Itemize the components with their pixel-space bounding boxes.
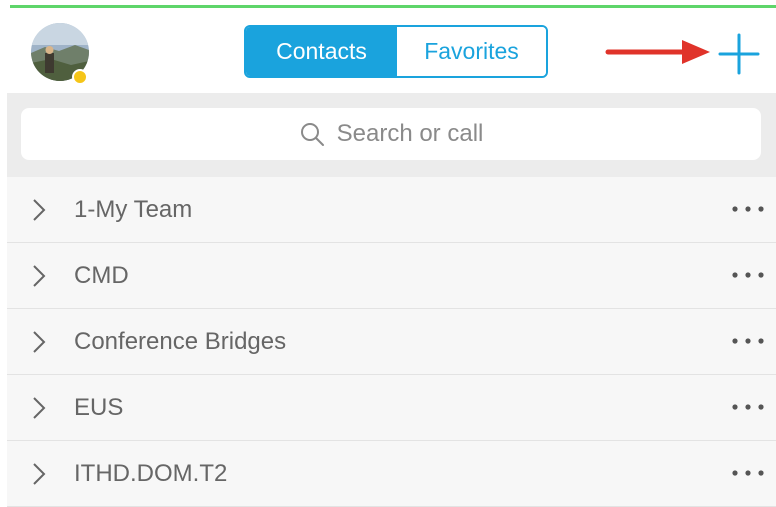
chevron-right-icon[interactable]	[32, 462, 46, 486]
chevron-right-icon[interactable]	[32, 198, 46, 222]
list-item[interactable]: 1-My Team	[7, 177, 776, 243]
list-item[interactable]: ITHD.DOM.T2	[7, 441, 776, 507]
more-options-icon[interactable]	[730, 463, 766, 483]
search-area: Search or call	[7, 93, 776, 177]
list-item[interactable]: CMD	[7, 243, 776, 309]
contact-group-list: 1-My Team CMD Conference Bridges EUS ITH…	[7, 177, 776, 507]
group-label: 1-My Team	[74, 195, 193, 223]
more-options-icon[interactable]	[730, 397, 766, 417]
search-input[interactable]: Search or call	[21, 108, 761, 160]
tab-contacts[interactable]: Contacts	[246, 27, 397, 76]
search-placeholder: Search or call	[336, 120, 484, 147]
tab-favorites[interactable]: Favorites	[397, 27, 546, 76]
plus-icon[interactable]	[716, 31, 762, 77]
more-options-icon[interactable]	[730, 199, 766, 219]
list-item[interactable]: EUS	[7, 375, 776, 441]
group-label: Conference Bridges	[74, 327, 287, 355]
group-label: CMD	[74, 261, 129, 289]
search-icon	[300, 123, 324, 146]
contacts-favorites-toggle: Contacts Favorites	[244, 25, 548, 78]
header: Contacts Favorites	[0, 9, 776, 93]
list-item[interactable]: Conference Bridges	[7, 309, 776, 375]
annotation-arrow-icon	[605, 40, 710, 64]
group-label: ITHD.DOM.T2	[74, 459, 228, 487]
chevron-right-icon[interactable]	[32, 330, 46, 354]
group-label: EUS	[74, 393, 124, 421]
chevron-right-icon[interactable]	[32, 396, 46, 420]
more-options-icon[interactable]	[730, 265, 766, 285]
presence-status-dot	[72, 69, 88, 85]
more-options-icon[interactable]	[730, 331, 766, 351]
chevron-right-icon[interactable]	[32, 264, 46, 288]
status-accent-bar	[0, 0, 776, 9]
